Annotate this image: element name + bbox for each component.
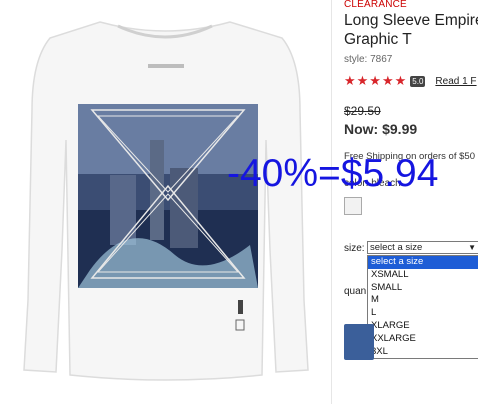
size-label: size: xyxy=(344,243,365,254)
star-rating-icon: ★★★★★ xyxy=(344,73,408,88)
product-title-line1: Long Sleeve Empire xyxy=(344,12,478,29)
size-option[interactable]: select a size xyxy=(368,256,478,269)
sale-price: Now: $9.99 xyxy=(344,121,418,137)
shirt-graphic xyxy=(23,21,309,381)
size-select[interactable]: select a size ▼ xyxy=(367,241,478,254)
size-option[interactable]: M xyxy=(368,294,478,307)
size-option[interactable]: XLARGE xyxy=(368,320,478,333)
add-to-bag-button[interactable] xyxy=(344,324,374,360)
quantity-label: quan xyxy=(344,286,367,297)
color-swatch-bleach[interactable] xyxy=(344,197,362,215)
original-price: $29.50 xyxy=(344,104,381,118)
size-select-value: select a size xyxy=(370,242,423,253)
rating-badge: 5.0 xyxy=(410,75,426,87)
clearance-badge: CLEARANCE xyxy=(344,0,407,10)
size-dropdown-list: select a size XSMALL SMALL M L XLARGE XX… xyxy=(367,255,478,360)
size-option[interactable]: XXLARGE xyxy=(368,333,478,346)
rating-row: ★★★★★ 5.0 Read 1 F xyxy=(344,73,477,89)
product-title: Long Sleeve Empire Graphic T xyxy=(344,11,478,49)
column-divider xyxy=(331,0,332,404)
product-title-line2: Graphic T xyxy=(344,31,412,48)
read-reviews-link[interactable]: Read 1 F xyxy=(435,76,476,87)
style-number: style: 7867 xyxy=(344,54,393,65)
chevron-down-icon: ▼ xyxy=(468,243,476,252)
discount-overlay-text: -40%=$5.94 xyxy=(227,152,439,195)
product-image[interactable] xyxy=(0,0,330,404)
product-details: CLEARANCE Long Sleeve Empire Graphic T s… xyxy=(344,0,478,404)
size-option[interactable]: SMALL xyxy=(368,282,478,295)
size-option[interactable]: XSMALL xyxy=(368,269,478,282)
size-option[interactable]: 3XL xyxy=(368,346,478,359)
size-option[interactable]: L xyxy=(368,307,478,320)
